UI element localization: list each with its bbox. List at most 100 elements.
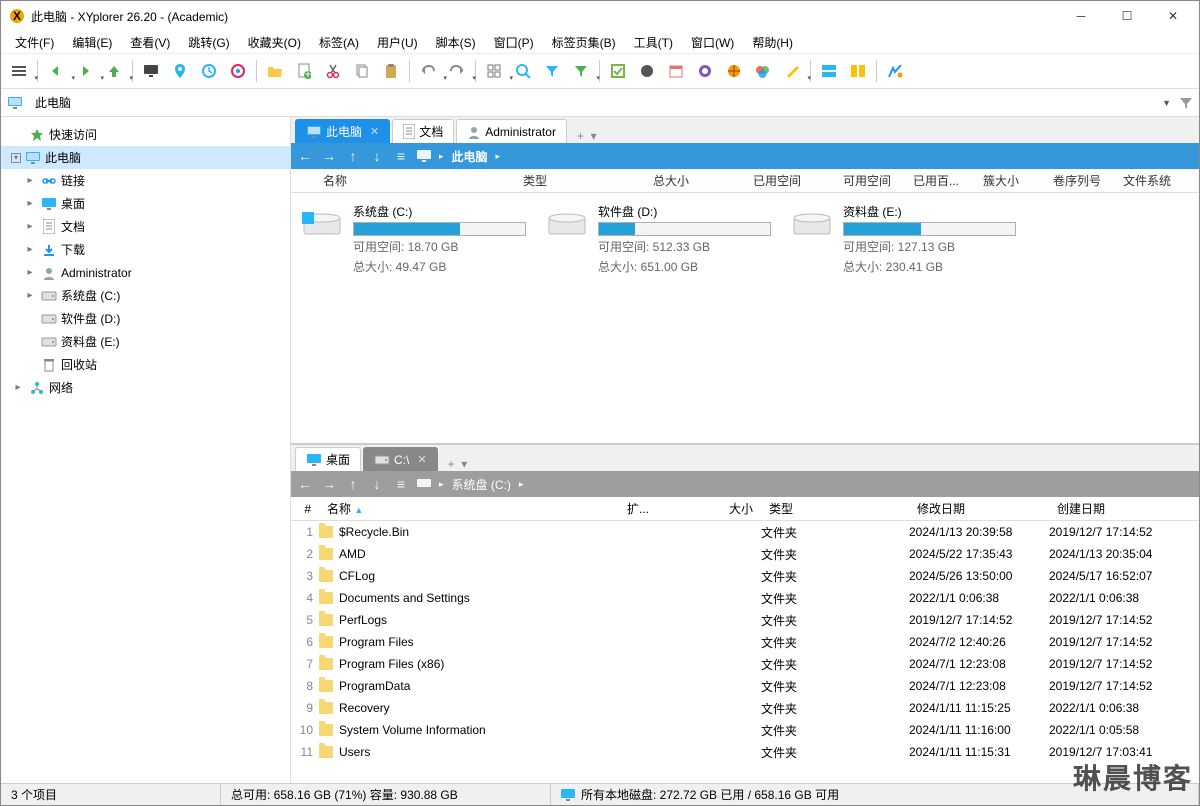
column-header[interactable]: 簇大小 — [975, 172, 1045, 189]
col-cdate[interactable]: 创建日期 — [1049, 500, 1189, 517]
file-row[interactable]: 3CFLog文件夹2024/5/26 13:50:002024/5/17 16:… — [291, 565, 1199, 587]
col-name[interactable]: 名称 ▲ — [319, 500, 619, 517]
file-row[interactable]: 11Users文件夹2024/1/11 11:15:312019/12/7 17… — [291, 741, 1199, 763]
up-button[interactable] — [100, 57, 128, 85]
color-wheel-button[interactable] — [691, 57, 719, 85]
tree-item[interactable]: ▸链接 — [1, 169, 290, 192]
tree-item[interactable]: 软件盘 (D:) — [1, 307, 290, 330]
copy-button[interactable] — [348, 57, 376, 85]
tab[interactable]: C:\✕ — [363, 447, 438, 471]
col-type[interactable]: 类型 — [761, 500, 909, 517]
column-header[interactable]: 卷序列号 — [1045, 172, 1115, 189]
tree-item[interactable]: ▸Administrator — [1, 261, 290, 284]
location-button[interactable] — [166, 57, 194, 85]
menu-item[interactable]: 帮助(H) — [744, 32, 801, 53]
tree-item[interactable]: ▸网络 — [1, 376, 290, 399]
menu-item[interactable]: 用户(U) — [369, 32, 426, 53]
tree-item[interactable]: ▸文档 — [1, 215, 290, 238]
col-num[interactable]: # — [291, 502, 319, 516]
crumb-path[interactable]: 系统盘 (C:) — [452, 476, 511, 493]
file-row[interactable]: 7Program Files (x86)文件夹2024/7/1 12:23:08… — [291, 653, 1199, 675]
tab-add[interactable]: + ▾ — [440, 457, 476, 471]
close-button[interactable]: ✕ — [1159, 6, 1187, 26]
crumb-down[interactable]: ↓ — [369, 148, 385, 164]
open-folder-button[interactable] — [261, 57, 289, 85]
tag-green-button[interactable] — [604, 57, 632, 85]
tab[interactable]: Administrator — [456, 119, 567, 143]
crumb-down[interactable]: ↓ — [369, 476, 385, 492]
filter-icon[interactable] — [1179, 96, 1193, 110]
tab[interactable]: 此电脑✕ — [295, 119, 390, 143]
column-header[interactable]: 总大小 — [645, 172, 745, 189]
cut-button[interactable] — [319, 57, 347, 85]
menu-item[interactable]: 文件(F) — [7, 32, 62, 53]
menu-item[interactable]: 跳转(G) — [180, 32, 237, 53]
menu-item[interactable]: 窗口(W) — [683, 32, 742, 53]
close-icon[interactable]: ✕ — [370, 125, 379, 138]
address-dropdown[interactable]: ▼ — [1162, 98, 1171, 108]
minimize-button[interactable]: ─ — [1067, 6, 1095, 26]
drive-item[interactable]: 软件盘 (D:)可用空间: 512.33 GB总大小: 651.00 GB — [536, 203, 781, 276]
file-row[interactable]: 2AMD文件夹2024/5/22 17:35:432024/1/13 20:35… — [291, 543, 1199, 565]
crumb-list-icon[interactable]: ≡ — [393, 148, 409, 164]
file-row[interactable]: 8ProgramData文件夹2024/7/1 12:23:082019/12/… — [291, 675, 1199, 697]
undo-button[interactable] — [414, 57, 442, 85]
tree-item[interactable]: ▾此电脑 — [1, 146, 290, 169]
forward-button[interactable] — [71, 57, 99, 85]
crumb-back[interactable]: ← — [297, 476, 313, 492]
tree-item[interactable]: 资料盘 (E:) — [1, 330, 290, 353]
address-input[interactable] — [31, 93, 1154, 113]
new-file-button[interactable]: + — [290, 57, 318, 85]
crumb-back[interactable]: ← — [297, 148, 313, 164]
search-button[interactable] — [509, 57, 537, 85]
menu-item[interactable]: 脚本(S) — [428, 32, 484, 53]
menu-button[interactable] — [5, 57, 33, 85]
view-grid-button[interactable] — [480, 57, 508, 85]
tree-item[interactable]: ▸下载 — [1, 238, 290, 261]
tab[interactable]: 文档 — [392, 119, 454, 143]
menu-item[interactable]: 标签(A) — [311, 32, 367, 53]
split-vertical-button[interactable] — [844, 57, 872, 85]
tree-item[interactable]: 回收站 — [1, 353, 290, 376]
file-row[interactable]: 6Program Files文件夹2024/7/2 12:40:262019/1… — [291, 631, 1199, 653]
col-mdate[interactable]: 修改日期 — [909, 500, 1049, 517]
split-horizontal-button[interactable] — [815, 57, 843, 85]
column-header[interactable]: 类型 — [515, 172, 645, 189]
menu-item[interactable]: 工具(T) — [626, 32, 681, 53]
crumb-list-icon[interactable]: ≡ — [393, 476, 409, 492]
crumb-path[interactable]: 此电脑 — [452, 148, 488, 165]
crumb-forward[interactable]: → — [321, 476, 337, 492]
column-header[interactable]: 文件系统 — [1115, 172, 1185, 189]
column-header[interactable]: 名称 — [315, 172, 515, 189]
maximize-button[interactable]: ☐ — [1113, 6, 1141, 26]
filter-button[interactable] — [538, 57, 566, 85]
crumb-up[interactable]: ↑ — [345, 476, 361, 492]
colors-button[interactable] — [749, 57, 777, 85]
column-header[interactable]: 已用空间 — [745, 172, 835, 189]
file-row[interactable]: 5PerfLogs文件夹2019/12/7 17:14:522019/12/7 … — [291, 609, 1199, 631]
close-icon[interactable]: ✕ — [417, 453, 426, 466]
menu-item[interactable]: 编辑(E) — [64, 32, 120, 53]
drive-item[interactable]: 系统盘 (C:)可用空间: 18.70 GB总大小: 49.47 GB — [291, 203, 536, 276]
col-ext[interactable]: 扩... — [619, 500, 689, 517]
monitor-button[interactable] — [137, 57, 165, 85]
file-row[interactable]: 1$Recycle.Bin文件夹2024/1/13 20:39:582019/1… — [291, 521, 1199, 543]
tab-add[interactable]: + ▾ — [569, 129, 605, 143]
redo-button[interactable] — [443, 57, 471, 85]
tree-item[interactable]: 快速访问 — [1, 123, 290, 146]
tree-item[interactable]: ▸桌面 — [1, 192, 290, 215]
filter-clear-button[interactable] — [567, 57, 595, 85]
menu-item[interactable]: 收藏夹(O) — [240, 32, 309, 53]
back-button[interactable] — [42, 57, 70, 85]
tree-item[interactable]: ▸系统盘 (C:) — [1, 284, 290, 307]
col-size[interactable]: 大小 — [689, 500, 761, 517]
basketball-icon[interactable] — [720, 57, 748, 85]
paste-button[interactable] — [377, 57, 405, 85]
crumb-up[interactable]: ↑ — [345, 148, 361, 164]
file-row[interactable]: 4Documents and Settings文件夹2022/1/1 0:06:… — [291, 587, 1199, 609]
brush-button[interactable] — [778, 57, 806, 85]
refresh-button[interactable] — [195, 57, 223, 85]
target-button[interactable] — [224, 57, 252, 85]
menu-item[interactable]: 查看(V) — [122, 32, 178, 53]
menu-item[interactable]: 窗囗(P) — [486, 32, 542, 53]
